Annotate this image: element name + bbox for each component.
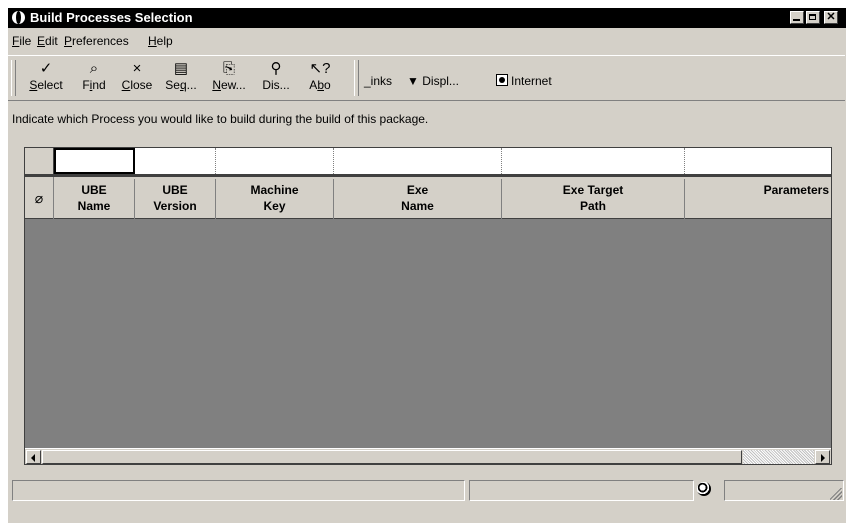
triangle-down-icon: ▼	[407, 74, 419, 88]
exe-target-path-line2: Path	[579, 199, 606, 213]
app-globe-icon	[12, 11, 25, 24]
column-header-exe-target-path[interactable]: Exe Target Path	[502, 179, 685, 219]
about-button[interactable]: ↖? Abo	[302, 60, 338, 100]
parameters-line1: Parameters	[763, 183, 829, 197]
title-bar[interactable]: Build Processes Selection ✕	[8, 8, 846, 28]
dis-label: Dis...	[262, 78, 290, 92]
qbe-ube-name-input[interactable]	[54, 148, 135, 174]
menu-preferences[interactable]: Preferences	[64, 34, 129, 48]
machine-key-line1: Machine	[250, 183, 299, 197]
ube-name-line2: Name	[77, 199, 111, 213]
new-icon: ⎘	[222, 60, 235, 77]
scroll-left-button[interactable]	[26, 450, 41, 464]
scroll-right-button[interactable]	[815, 450, 830, 464]
qbe-corner	[25, 148, 54, 174]
x-icon: ×	[132, 60, 142, 77]
maximize-icon	[809, 14, 816, 20]
status-panel-3	[724, 480, 844, 501]
close-button[interactable]: × Close	[116, 60, 158, 100]
select-button[interactable]: ✓ Select	[20, 60, 72, 100]
display-button[interactable]: ⚲ Dis...	[252, 60, 300, 100]
menu-help-key: H	[148, 34, 157, 48]
column-header-parameters[interactable]: Parameters	[685, 179, 831, 219]
internet-link[interactable]: Internet	[496, 74, 552, 88]
status-panel-1	[12, 480, 465, 501]
exe-name-line2: Name	[401, 199, 434, 213]
internet-label: Internet	[511, 74, 552, 88]
toolbar-separator	[354, 60, 359, 96]
qbe-ube-version-input[interactable]	[135, 148, 216, 174]
qbe-exe-name-input[interactable]	[334, 148, 502, 174]
qbe-exe-target-path-input[interactable]	[502, 148, 685, 174]
help-pointer-icon: ↖?	[309, 60, 331, 77]
close-label: Close	[121, 78, 153, 92]
close-icon: ✕	[826, 11, 836, 23]
processes-grid: ⌀ UBE Name UBE Version Machine Key Exe Name …	[24, 147, 832, 465]
status-panel-2	[469, 480, 694, 501]
scroll-thumb[interactable]	[42, 450, 742, 464]
menu-bar: File Edit Preferences Help	[8, 31, 846, 51]
close-window-button[interactable]: ✕	[824, 11, 838, 24]
query-by-example-row	[25, 148, 831, 175]
horizontal-scrollbar[interactable]	[25, 448, 831, 464]
toolbar: ✓ Select ⌕ Find × Close ▤ Seq... ⎘ New..…	[8, 55, 845, 101]
attachment-icon[interactable]: ⌀	[25, 177, 54, 219]
document-icon: ▤	[173, 60, 189, 77]
ube-name-line1: UBE	[81, 183, 107, 197]
menu-help[interactable]: Help	[148, 34, 173, 48]
maximize-button[interactable]	[806, 11, 820, 24]
minimize-icon	[793, 19, 800, 21]
application-window: Build Processes Selection ✕ File Edit Pr…	[8, 8, 846, 523]
menu-edit[interactable]: Edit	[37, 34, 58, 48]
instruction-text: Indicate which Process you would like to…	[12, 112, 429, 126]
exe-target-path-line1: Exe Target	[562, 183, 624, 197]
window-title: Build Processes Selection	[30, 10, 193, 25]
ube-version-line2: Version	[153, 199, 197, 213]
scroll-track[interactable]	[743, 450, 814, 464]
grid-body[interactable]	[25, 220, 831, 448]
internet-icon	[496, 74, 508, 86]
display-icon: ⚲	[270, 60, 282, 77]
find-button[interactable]: ⌕ Find	[74, 60, 114, 100]
menu-file[interactable]: File	[12, 34, 31, 48]
checkmark-icon: ✓	[39, 60, 53, 77]
find-icon: ⌕	[89, 60, 99, 77]
machine-key-line2: Key	[263, 199, 286, 213]
globe-icon	[697, 482, 711, 496]
qbe-parameters-input[interactable]	[685, 148, 831, 174]
column-header-exe-name[interactable]: Exe Name	[334, 179, 502, 219]
seq-button[interactable]: ▤ Seq...	[158, 60, 204, 100]
column-header-ube-name[interactable]: UBE Name	[54, 179, 135, 219]
menu-edit-rest: dit	[45, 34, 58, 48]
grid-header-row: ⌀ UBE Name UBE Version Machine Key Exe Name …	[25, 175, 831, 219]
column-header-machine-key[interactable]: Machine Key	[216, 179, 334, 219]
links-menu[interactable]: _inks	[364, 74, 392, 88]
new-button[interactable]: ⎘ New...	[206, 60, 252, 100]
resize-grip[interactable]	[830, 488, 842, 500]
abo-label: Abo	[309, 78, 331, 92]
minimize-button[interactable]	[790, 11, 804, 24]
find-label: Find	[82, 78, 106, 92]
menu-file-rest: ile	[19, 34, 32, 48]
new-label: New...	[212, 78, 246, 92]
seq-label: Seq...	[165, 78, 197, 92]
exe-name-line1: Exe	[406, 183, 429, 197]
toolbar-grip[interactable]	[11, 60, 16, 96]
column-header-ube-version[interactable]: UBE Version	[135, 179, 216, 219]
display-menu-label: Displ...	[422, 74, 459, 88]
menu-help-rest: elp	[156, 34, 173, 48]
menu-edit-key: E	[37, 34, 46, 48]
qbe-machine-key-input[interactable]	[216, 148, 334, 174]
menu-preferences-rest: references	[72, 34, 129, 48]
ube-version-line1: UBE	[162, 183, 188, 197]
display-menu[interactable]: ▼ Displ...	[407, 74, 459, 88]
menu-preferences-key: P	[64, 34, 73, 48]
select-label: Select	[29, 78, 63, 92]
